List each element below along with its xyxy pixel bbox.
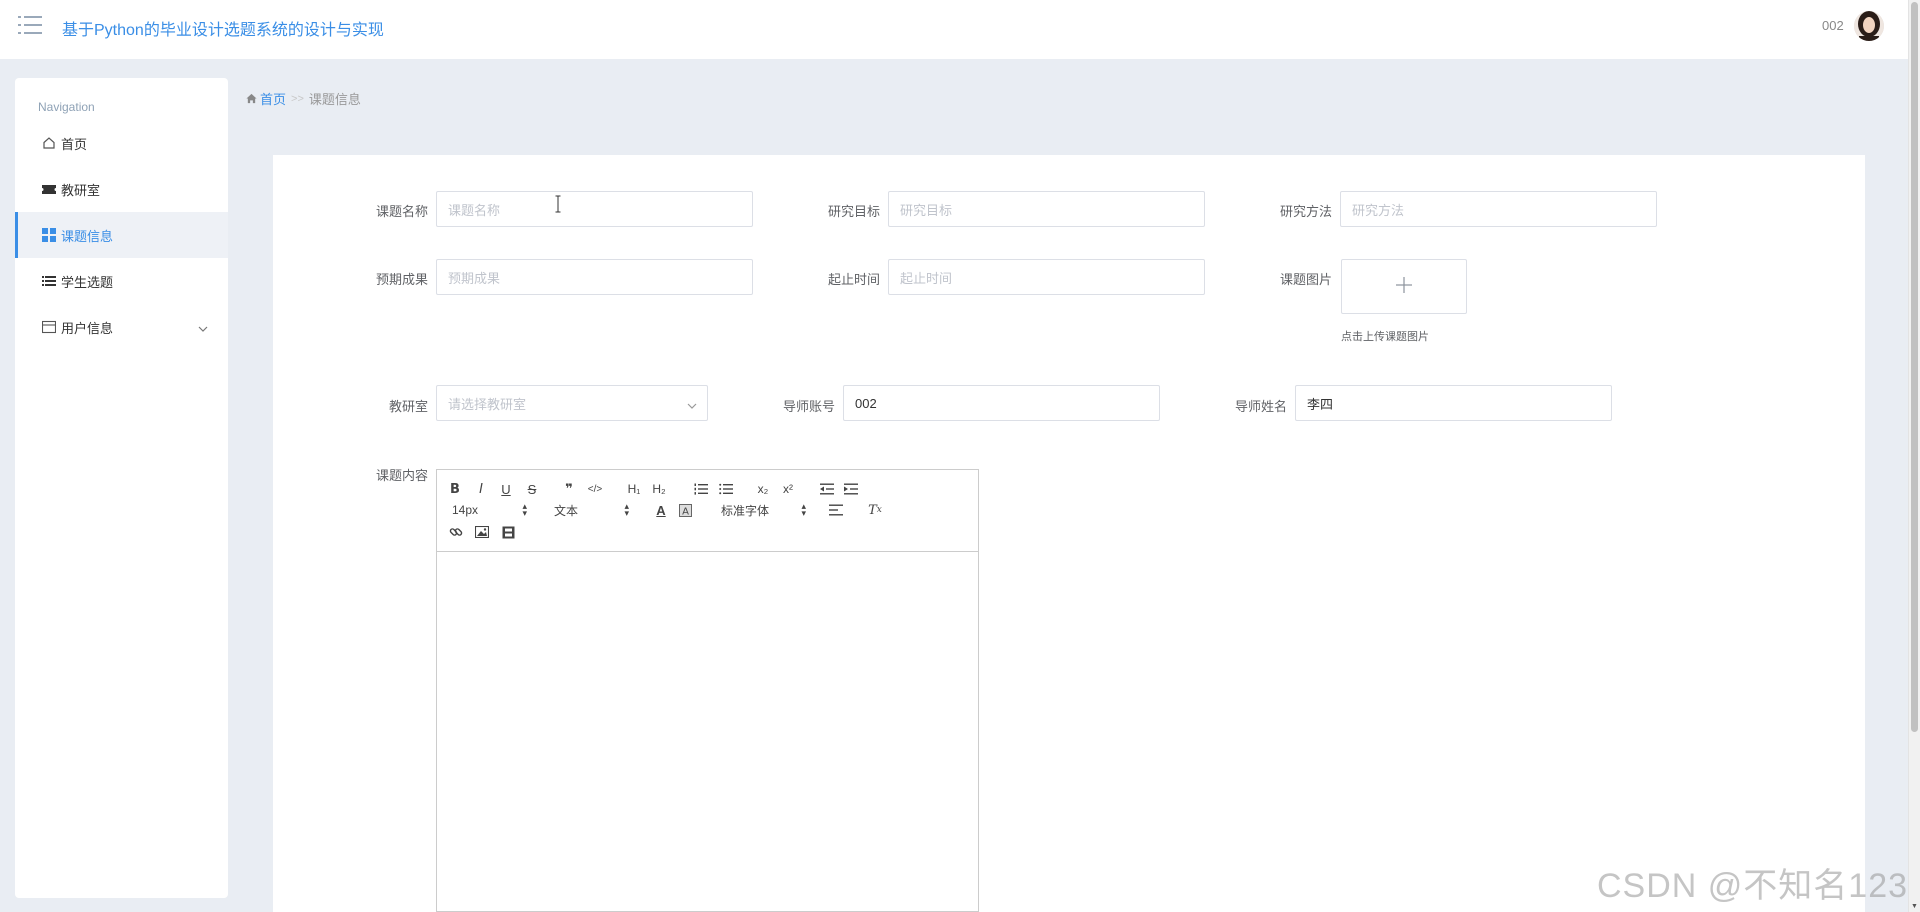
expected-result-input[interactable]: 预期成果 bbox=[436, 259, 753, 295]
home-icon bbox=[246, 93, 257, 104]
bold-button[interactable]: B bbox=[448, 480, 462, 498]
research-method-input[interactable]: 研究方法 bbox=[1340, 191, 1657, 227]
h2-button[interactable]: H₂ bbox=[650, 480, 668, 498]
background-color-icon[interactable]: A bbox=[677, 501, 693, 519]
research-goal-label: 研究目标 bbox=[827, 204, 880, 219]
topic-name-label: 课题名称 bbox=[375, 204, 428, 219]
rich-text-editor: B I U S ❞ </> H₁ H₂ x₂ x² 14px ▴ ▾ 文本 ▴ ▾ … bbox=[436, 469, 979, 912]
menu-list-icon[interactable] bbox=[18, 15, 42, 35]
breadcrumb-home-label: 首页 bbox=[260, 92, 287, 107]
nav-heading: Navigation bbox=[38, 100, 95, 114]
select-arrows-icon: ▴ ▾ bbox=[522, 501, 527, 518]
font-color-icon[interactable]: A bbox=[653, 501, 669, 519]
app-title: 基于Python的毕业设计选题系统的设计与实现 bbox=[62, 22, 384, 39]
align-icon[interactable] bbox=[828, 501, 844, 519]
subscript-button[interactable]: x₂ bbox=[755, 480, 771, 498]
image-upload-button[interactable] bbox=[1341, 259, 1467, 314]
select-arrows-icon: ▴ ▾ bbox=[801, 501, 806, 518]
indent-icon[interactable] bbox=[843, 480, 859, 498]
chevron-down-icon bbox=[687, 398, 697, 413]
editor-toolbar: B I U S ❞ </> H₁ H₂ x₂ x² 14px ▴ ▾ 文本 ▴ ▾ … bbox=[437, 470, 978, 552]
video-icon[interactable] bbox=[500, 523, 516, 541]
strike-button[interactable]: S bbox=[525, 480, 539, 498]
outdent-icon[interactable] bbox=[819, 480, 835, 498]
select-arrows-icon: ▴ ▾ bbox=[624, 501, 629, 518]
tutor-account-input[interactable]: 002 bbox=[843, 385, 1160, 421]
topic-image-label: 课题图片 bbox=[1279, 272, 1332, 287]
blockquote-button[interactable]: ❞ bbox=[561, 480, 577, 498]
research-goal-input[interactable]: 研究目标 bbox=[888, 191, 1205, 227]
header-select[interactable]: 文本 ▴ ▾ bbox=[554, 501, 629, 519]
grid-icon bbox=[42, 228, 56, 242]
topic-name-input[interactable]: 课题名称 bbox=[436, 191, 753, 227]
link-icon[interactable] bbox=[448, 523, 464, 541]
scroll-down-arrow-icon[interactable]: ▼ bbox=[1911, 903, 1918, 910]
svg-text:A: A bbox=[682, 506, 689, 517]
breadcrumb-home[interactable]: 首页 bbox=[246, 89, 286, 108]
superscript-button[interactable]: x² bbox=[780, 480, 796, 498]
font-size-select[interactable]: 14px ▴ ▾ bbox=[452, 501, 527, 519]
content-label: 课题内容 bbox=[375, 468, 428, 483]
user-name[interactable]: 002 bbox=[1822, 18, 1844, 33]
expected-result-label: 预期成果 bbox=[375, 272, 428, 287]
scrollbar-thumb[interactable] bbox=[1911, 2, 1918, 732]
period-label: 起止时间 bbox=[827, 272, 880, 287]
editor-content-area[interactable] bbox=[437, 552, 978, 912]
tutor-account-label: 导师账号 bbox=[782, 399, 835, 414]
sidebar-item-label: 学生选题 bbox=[61, 274, 114, 290]
header-select-value: 文本 bbox=[554, 503, 579, 518]
sidebar-item-home[interactable]: 首页 bbox=[15, 120, 228, 166]
chevron-down-icon bbox=[198, 321, 208, 336]
sidebar-item-student-select[interactable]: 学生选题 bbox=[15, 258, 228, 304]
plus-icon bbox=[1395, 276, 1413, 297]
bullet-list-icon[interactable] bbox=[718, 480, 734, 498]
ordered-list-icon[interactable] bbox=[693, 480, 709, 498]
text-cursor-icon bbox=[555, 195, 561, 213]
tutor-name-label: 导师姓名 bbox=[1234, 399, 1287, 414]
breadcrumb-separator: >> bbox=[291, 92, 304, 105]
office-select-placeholder: 请选择教研室 bbox=[448, 396, 527, 412]
sidebar-item-label: 用户信息 bbox=[61, 320, 114, 336]
ticket-icon bbox=[42, 182, 56, 196]
page-scrollbar[interactable]: ▼ bbox=[1908, 0, 1920, 912]
home-icon bbox=[42, 136, 56, 150]
sidebar-item-office[interactable]: 教研室 bbox=[15, 166, 228, 212]
sidebar-item-topic[interactable]: 课题信息 bbox=[15, 212, 228, 258]
top-bar: 基于Python的毕业设计选题系统的设计与实现 002 bbox=[0, 0, 1908, 59]
sidebar-item-label: 教研室 bbox=[61, 182, 101, 198]
h1-button[interactable]: H₁ bbox=[625, 480, 643, 498]
office-label: 教研室 bbox=[388, 399, 428, 414]
image-icon[interactable] bbox=[474, 523, 490, 541]
list-icon bbox=[42, 274, 56, 288]
breadcrumb: 首页 >> 课题信息 bbox=[246, 89, 361, 108]
sidebar-item-user-info[interactable]: 用户信息 bbox=[15, 304, 228, 350]
tutor-name-input[interactable]: 李四 bbox=[1295, 385, 1612, 421]
italic-button[interactable]: I bbox=[474, 480, 488, 498]
underline-button[interactable]: U bbox=[499, 480, 513, 498]
watermark: CSDN @不知名123 bbox=[1597, 867, 1909, 905]
code-block-button[interactable]: </> bbox=[587, 480, 603, 498]
upload-hint: 点击上传课题图片 bbox=[1341, 331, 1429, 343]
avatar[interactable] bbox=[1854, 11, 1884, 41]
sidebar: Navigation 首页 教研室 课题信息 学生选题 用户信息 bbox=[15, 78, 228, 898]
sidebar-item-label: 课题信息 bbox=[61, 228, 114, 244]
font-family-value: 标准字体 bbox=[721, 503, 770, 518]
research-method-label: 研究方法 bbox=[1279, 204, 1332, 219]
period-input[interactable]: 起止时间 bbox=[888, 259, 1205, 295]
font-size-value: 14px bbox=[452, 503, 479, 517]
office-select[interactable]: 请选择教研室 bbox=[436, 385, 708, 421]
card-icon bbox=[42, 320, 56, 334]
font-family-select[interactable]: 标准字体 ▴ ▾ bbox=[721, 501, 806, 519]
sidebar-item-label: 首页 bbox=[61, 136, 88, 152]
clean-format-icon[interactable]: Tx bbox=[867, 501, 883, 519]
breadcrumb-current: 课题信息 bbox=[308, 92, 361, 107]
